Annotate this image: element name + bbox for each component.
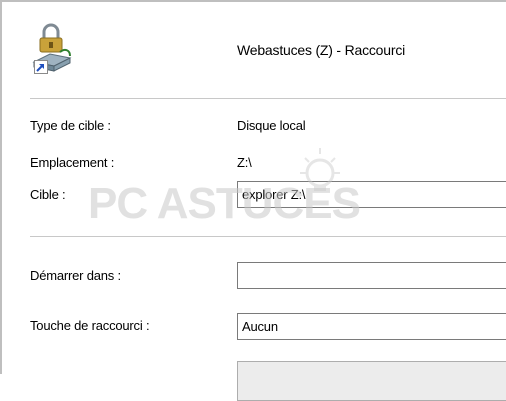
target-type-label: Type de cible : <box>30 118 111 133</box>
separator <box>30 98 506 99</box>
target-type-value: Disque local <box>237 118 306 133</box>
target-label: Cible : <box>30 187 66 202</box>
hotkey-input[interactable]: Aucun <box>237 313 506 340</box>
start-in-input[interactable] <box>237 262 506 289</box>
network-drive-lock-icon <box>30 20 74 74</box>
window-frame-left <box>0 0 2 374</box>
start-in-label: Démarrer dans : <box>30 268 121 283</box>
location-value: Z:\ <box>237 155 252 170</box>
target-input[interactable]: explorer Z:\ <box>237 181 506 208</box>
shortcut-name: Webastuces (Z) - Raccourci <box>237 42 406 58</box>
shortcut-arrow-icon <box>34 60 48 74</box>
location-label: Emplacement : <box>30 155 115 170</box>
window-frame-top <box>0 0 506 2</box>
run-dropdown-partial[interactable] <box>237 361 506 401</box>
hotkey-label: Touche de raccourci : <box>30 318 150 333</box>
separator <box>30 236 506 237</box>
